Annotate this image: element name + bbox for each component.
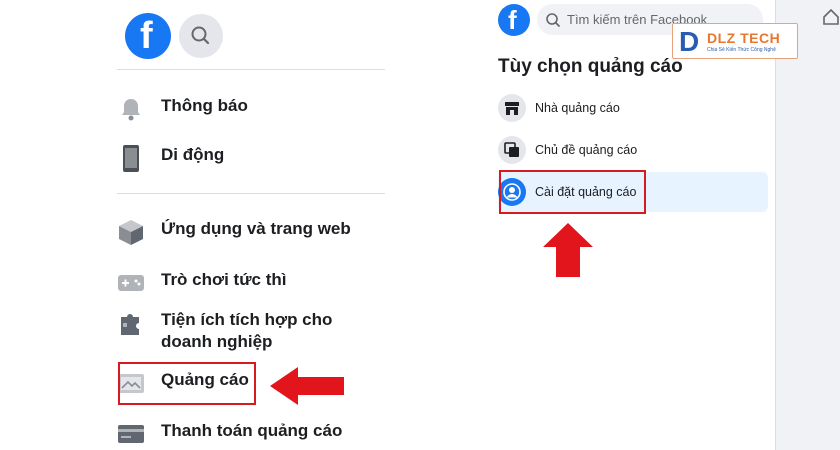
main-content-area [776, 0, 840, 450]
menu-item-apps-websites[interactable]: Ứng dụng và trang web [117, 218, 351, 246]
facebook-logo[interactable]: f [125, 13, 171, 59]
ad-preferences-sidebar: f Tìm kiếm trên Facebook Tùy chọn quảng … [487, 0, 776, 450]
search-button[interactable] [179, 14, 223, 58]
divider [117, 193, 385, 194]
stacked-cards-icon [504, 142, 519, 157]
cube-icon [119, 220, 143, 245]
menu-item-instant-games[interactable]: Trò chơi tức thì [117, 269, 286, 297]
menu-item-mobile[interactable]: Di động [117, 144, 224, 172]
search-icon [546, 12, 560, 27]
menu-item-business-integrations[interactable]: Tiện ích tích hợp cho doanh nghiệp [117, 309, 351, 353]
watermark-brand: DLZ TECH [707, 30, 781, 46]
search-icon [191, 26, 210, 45]
ad-preferences-panel: f Tìm kiếm trên Facebook Tùy chọn quảng … [487, 0, 840, 450]
watermark-logo: D DLZ TECH Chia Sẻ Kiến Thức Công Nghệ [672, 23, 798, 59]
storefront-icon [505, 102, 519, 115]
option-ad-topics[interactable]: Chủ đề quảng cáo [498, 130, 768, 170]
credit-card-icon [118, 425, 144, 443]
bell-icon [122, 99, 140, 121]
divider [117, 69, 385, 70]
highlight-box-ads [118, 362, 256, 405]
home-icon[interactable] [822, 8, 840, 26]
option-advertisers[interactable]: Nhà quảng cáo [498, 88, 768, 128]
puzzle-icon [121, 314, 139, 335]
menu-item-notifications[interactable]: Thông báo [117, 95, 248, 123]
mobile-phone-icon [123, 145, 139, 172]
left-settings-panel: f Thông báo Di động Ứng dụng và trang we… [0, 0, 420, 450]
watermark-letter: D [679, 26, 700, 57]
facebook-logo[interactable]: f [498, 4, 530, 36]
watermark-tagline: Chia Sẻ Kiến Thức Công Nghệ [707, 47, 776, 53]
arrow-left-icon [270, 367, 344, 405]
highlight-box-ad-settings [499, 170, 646, 214]
arrow-up-icon [543, 223, 593, 277]
menu-item-ad-payments[interactable]: Thanh toán quảng cáo [117, 420, 342, 448]
page-title: Tùy chọn quảng cáo [498, 56, 683, 77]
gamepad-icon [118, 275, 144, 291]
